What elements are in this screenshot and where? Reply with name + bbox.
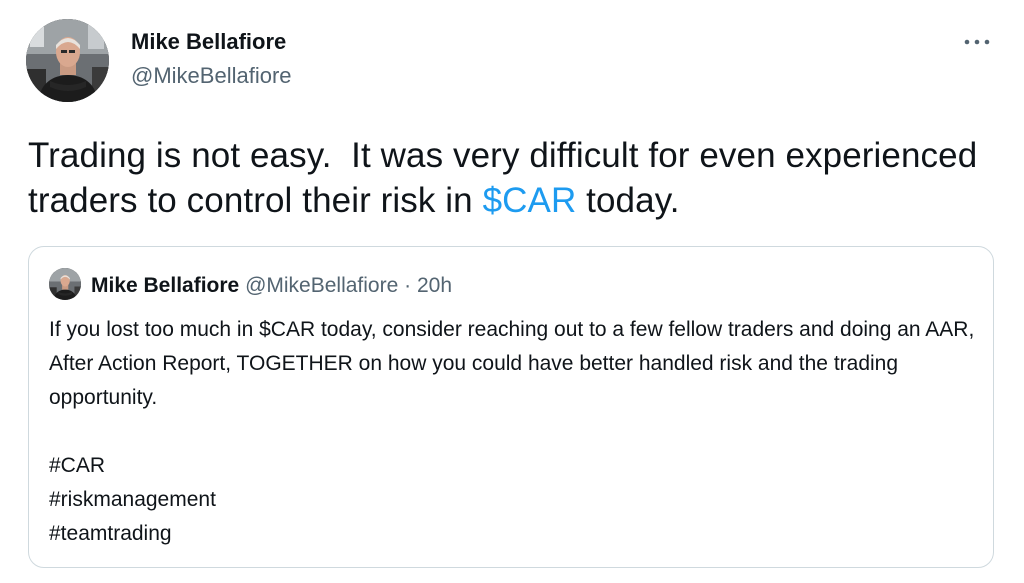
more-horizontal-icon	[964, 39, 990, 45]
hashtag-car[interactable]: #CAR	[49, 449, 979, 483]
hashtag-riskmanagement[interactable]: #riskmanagement	[49, 483, 979, 517]
tweet-text-part: today.	[576, 181, 680, 220]
quoted-timestamp[interactable]: 20h	[417, 274, 452, 297]
quoted-tweet[interactable]: Mike Bellafiore @MikeBellafiore · 20h If…	[28, 246, 994, 568]
quoted-author-name[interactable]: Mike Bellafiore	[91, 274, 239, 297]
quoted-body: If you lost too much in $CAR today, cons…	[49, 313, 979, 551]
quoted-text: If you lost too much in $CAR today, cons…	[49, 318, 975, 409]
quoted-author-handle[interactable]: @MikeBellafiore	[245, 274, 398, 297]
author-info: Mike Bellafiore @MikeBellafiore	[131, 28, 292, 90]
avatar[interactable]	[26, 19, 109, 102]
quoted-header: Mike Bellafiore @MikeBellafiore · 20h	[91, 273, 452, 299]
author-name[interactable]: Mike Bellafiore	[131, 28, 292, 56]
avatar-photo	[49, 268, 81, 300]
hashtag-teamtrading[interactable]: #teamtrading	[49, 517, 979, 551]
tweet-card: Mike Bellafiore @MikeBellafiore Trading …	[0, 0, 1024, 583]
meta-separator: ·	[404, 274, 412, 297]
tweet-text: Trading is not easy. It was very difficu…	[28, 133, 1008, 223]
avatar-photo	[26, 19, 109, 102]
quoted-avatar[interactable]	[49, 268, 81, 300]
more-options-button[interactable]	[958, 28, 998, 56]
author-handle[interactable]: @MikeBellafiore	[131, 62, 292, 90]
cashtag-link[interactable]: $CAR	[483, 181, 577, 220]
